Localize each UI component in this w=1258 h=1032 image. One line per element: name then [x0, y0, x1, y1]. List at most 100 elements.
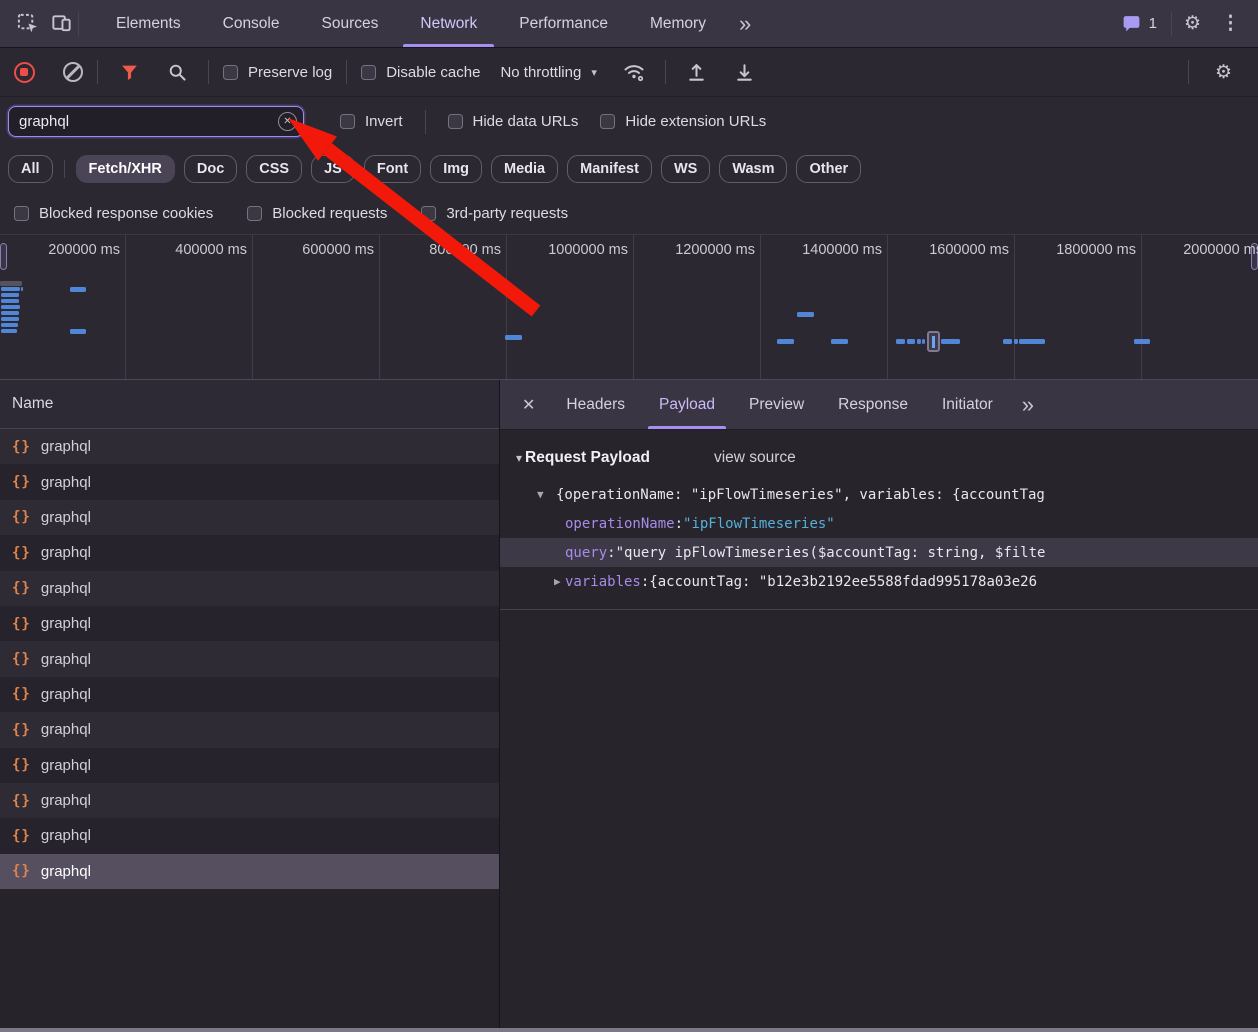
hide-data-urls-checkbox[interactable]: Hide data URLs [448, 113, 579, 130]
filter-chip-ws[interactable]: WS [661, 155, 710, 183]
network-settings-gear-icon[interactable]: ⚙ [1203, 61, 1244, 84]
hide-extension-urls-checkbox[interactable]: Hide extension URLs [600, 113, 766, 130]
request-row[interactable]: {}graphql [0, 571, 499, 606]
blocked-requests-checkbox[interactable]: Blocked requests [247, 205, 387, 222]
request-row[interactable]: {}graphql [0, 712, 499, 747]
export-har-icon[interactable] [728, 55, 762, 89]
filter-chip-all[interactable]: All [8, 155, 53, 183]
payload-entry-variables[interactable]: ▶variables: {accountTag: "b12e3b2192ee55… [500, 567, 1258, 596]
waterfall-bar [70, 287, 86, 292]
request-row[interactable]: {}graphql [0, 500, 499, 535]
filter-chip-js[interactable]: JS [311, 155, 355, 183]
more-panels-icon[interactable]: » [727, 11, 761, 37]
tab-console[interactable]: Console [202, 0, 301, 47]
blocked-response-cookies-checkbox[interactable]: Blocked response cookies [14, 205, 213, 222]
import-har-icon[interactable] [680, 55, 714, 89]
throttling-value: No throttling [500, 64, 581, 81]
throttling-dropdown[interactable]: No throttling ▾ [494, 64, 602, 81]
close-details-icon[interactable]: ✕ [508, 395, 549, 415]
invert-checkbox[interactable]: Invert [340, 113, 403, 130]
waterfall-bar [1, 293, 19, 297]
clear-filter-icon[interactable]: ✕ [278, 112, 297, 131]
filter-chip-doc[interactable]: Doc [184, 155, 237, 183]
blocked-requests-label: Blocked requests [272, 205, 387, 222]
clear-network-log-icon[interactable] [63, 62, 83, 82]
request-row[interactable]: {}graphql [0, 606, 499, 641]
checkbox-icon[interactable] [14, 206, 29, 221]
request-row[interactable]: {}graphql [0, 748, 499, 783]
filter-chip-manifest[interactable]: Manifest [567, 155, 652, 183]
request-row[interactable]: {}graphql [0, 854, 499, 889]
filter-chip-font[interactable]: Font [364, 155, 421, 183]
filter-chip-img[interactable]: Img [430, 155, 482, 183]
tab-sources[interactable]: Sources [301, 0, 400, 47]
requests-panel: Name {}graphql{}graphql{}graphql{}graphq… [0, 380, 500, 1032]
request-row[interactable]: {}graphql [0, 429, 499, 464]
disable-cache-checkbox[interactable]: Disable cache [361, 64, 480, 81]
checkbox-icon[interactable] [600, 114, 615, 129]
more-detail-tabs-icon[interactable]: » [1010, 392, 1044, 418]
payload-preview-line[interactable]: ▼ {operationName: "ipFlowTimeseries", va… [500, 480, 1258, 509]
triangle-right-icon[interactable]: ▶ [554, 575, 561, 588]
kebab-menu-icon[interactable]: ⋮ [1213, 12, 1248, 35]
checkbox-icon[interactable] [340, 114, 355, 129]
record-network-log-button[interactable] [14, 62, 35, 83]
preserve-log-label: Preserve log [248, 64, 332, 81]
tab-elements[interactable]: Elements [95, 0, 202, 47]
waterfall-bar [922, 339, 925, 344]
tab-network[interactable]: Network [399, 0, 498, 47]
filter-input[interactable] [8, 106, 304, 137]
checkbox-icon[interactable] [448, 114, 463, 129]
json-braces-icon: {} [12, 439, 31, 455]
json-braces-icon: {} [12, 863, 31, 879]
network-overview-timeline[interactable]: 200000 ms400000 ms600000 ms800000 ms1000… [0, 235, 1258, 380]
request-row[interactable]: {}graphql [0, 535, 499, 570]
name-column-header[interactable]: Name [0, 380, 499, 429]
settings-gear-icon[interactable]: ⚙ [1172, 12, 1213, 35]
filter-chip-wasm[interactable]: Wasm [719, 155, 787, 183]
waterfall-bar [1, 317, 19, 321]
request-row[interactable]: {}graphql [0, 783, 499, 818]
detail-tab-response[interactable]: Response [821, 380, 925, 429]
request-details-panel: ✕ HeadersPayloadPreviewResponseInitiator… [500, 380, 1258, 1032]
request-row[interactable]: {}graphql [0, 464, 499, 499]
filter-funnel-icon[interactable] [112, 55, 146, 89]
detail-tab-payload[interactable]: Payload [642, 380, 732, 429]
filter-chip-media[interactable]: Media [491, 155, 558, 183]
checkbox-icon[interactable] [361, 65, 376, 80]
view-source-link[interactable]: view source [714, 449, 796, 467]
request-row[interactable]: {}graphql [0, 818, 499, 853]
payload-value: {accountTag: "b12e3b2192ee5588fdad995178… [649, 574, 1037, 590]
device-toolbar-icon[interactable] [44, 7, 78, 41]
requests-list: {}graphql{}graphql{}graphql{}graphql{}gr… [0, 429, 499, 1032]
section-collapse-icon[interactable]: ▾ [516, 451, 522, 465]
inspect-element-icon[interactable] [10, 7, 44, 41]
timeline-selected-request-marker[interactable] [927, 331, 940, 352]
checkbox-icon[interactable] [223, 65, 238, 80]
divider [97, 60, 98, 84]
detail-tab-preview[interactable]: Preview [732, 380, 821, 429]
tab-memory[interactable]: Memory [629, 0, 727, 47]
json-braces-icon: {} [12, 509, 31, 525]
request-row[interactable]: {}graphql [0, 641, 499, 676]
payload-entry-query[interactable]: query: "query ipFlowTimeseries($accountT… [500, 538, 1258, 567]
divider [208, 60, 209, 84]
filter-chip-css[interactable]: CSS [246, 155, 302, 183]
3rd-party-requests-checkbox[interactable]: 3rd-party requests [421, 205, 568, 222]
detail-tab-headers[interactable]: Headers [549, 380, 642, 429]
network-conditions-icon[interactable] [617, 55, 651, 89]
preserve-log-checkbox[interactable]: Preserve log [223, 64, 332, 81]
search-icon[interactable] [160, 55, 194, 89]
filter-chip-other[interactable]: Other [796, 155, 861, 183]
checkbox-icon[interactable] [247, 206, 262, 221]
checkbox-icon[interactable] [421, 206, 436, 221]
tab-performance[interactable]: Performance [498, 0, 629, 47]
triangle-down-icon[interactable]: ▼ [537, 488, 544, 501]
filter-chip-fetch-xhr[interactable]: Fetch/XHR [76, 155, 175, 183]
details-tabbar: ✕ HeadersPayloadPreviewResponseInitiator… [500, 380, 1258, 430]
waterfall-bar [1, 299, 19, 303]
request-row[interactable]: {}graphql [0, 677, 499, 712]
console-messages-button[interactable]: 1 [1107, 13, 1171, 34]
payload-entry-operationname[interactable]: operationName: "ipFlowTimeseries" [500, 509, 1258, 538]
detail-tab-initiator[interactable]: Initiator [925, 380, 1010, 429]
